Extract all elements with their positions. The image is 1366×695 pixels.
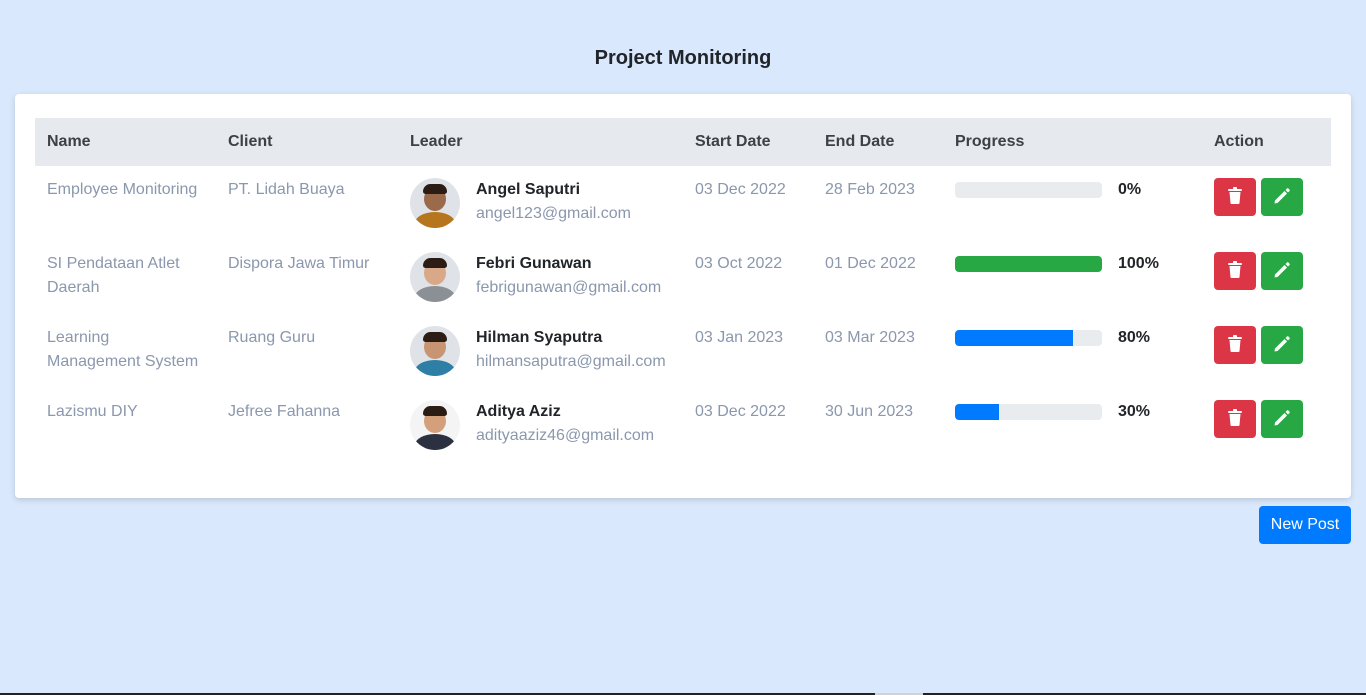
header-name: Name — [47, 133, 91, 150]
projects-table: Name Client Leader Start Date End Date P… — [35, 118, 1331, 462]
client-name: PT. Lidah Buaya — [228, 181, 345, 198]
header-leader: Leader — [410, 133, 463, 150]
pencil-icon — [1273, 187, 1291, 208]
progress-bar — [955, 256, 1102, 272]
table-row: Lazismu DIY Jefree Fahanna Aditya Aziz a… — [35, 388, 1331, 462]
leader-cell: Febri Gunawan febrigunawan@gmail.com — [410, 252, 671, 302]
avatar — [410, 400, 460, 450]
project-name: SI Pendataan Atlet Daerah — [47, 255, 180, 296]
leader-email: adityaaziz46@gmail.com — [476, 427, 655, 444]
edit-button[interactable] — [1261, 252, 1303, 290]
project-name: Employee Monitoring — [47, 181, 198, 198]
row-actions — [1214, 326, 1319, 364]
progress-cell: 30% — [955, 400, 1190, 424]
client-name: Ruang Guru — [228, 329, 316, 346]
page-title: Project Monitoring — [594, 47, 772, 69]
progress-cell: 80% — [955, 326, 1190, 350]
delete-button[interactable] — [1214, 178, 1256, 216]
start-date: 03 Jan 2023 — [695, 329, 784, 346]
progress-fill — [955, 330, 1073, 346]
end-date: 30 Jun 2023 — [825, 403, 914, 420]
leader-email: hilmansaputra@gmail.com — [476, 353, 666, 370]
leader-email: angel123@gmail.com — [476, 205, 631, 222]
edit-button[interactable] — [1261, 178, 1303, 216]
end-date: 28 Feb 2023 — [825, 181, 915, 198]
table-row: SI Pendataan Atlet Daerah Dispora Jawa T… — [35, 240, 1331, 314]
progress-label: 0% — [1118, 181, 1142, 198]
leader-email: febrigunawan@gmail.com — [476, 279, 662, 296]
client-name: Dispora Jawa Timur — [228, 255, 370, 272]
leader-name: Febri Gunawan — [476, 255, 592, 272]
header-end-date: End Date — [825, 133, 895, 150]
row-actions — [1214, 400, 1319, 438]
leader-name: Hilman Syaputra — [476, 329, 603, 346]
progress-fill — [955, 256, 1102, 272]
progress-bar — [955, 182, 1102, 198]
project-name: Lazismu DIY — [47, 403, 138, 420]
client-name: Jefree Fahanna — [228, 403, 341, 420]
edit-button[interactable] — [1261, 400, 1303, 438]
table-row: Learning Management System Ruang Guru Hi… — [35, 314, 1331, 388]
delete-button[interactable] — [1214, 400, 1256, 438]
table-row: Employee Monitoring PT. Lidah Buaya Ange… — [35, 166, 1331, 240]
avatar — [410, 178, 460, 228]
start-date: 03 Oct 2022 — [695, 255, 783, 272]
projects-card: Name Client Leader Start Date End Date P… — [15, 94, 1351, 498]
pencil-icon — [1273, 409, 1291, 430]
progress-label: 80% — [1118, 329, 1151, 346]
start-date: 03 Dec 2022 — [695, 403, 786, 420]
end-date: 03 Mar 2023 — [825, 329, 915, 346]
progress-label: 100% — [1118, 255, 1159, 272]
row-actions — [1214, 252, 1319, 290]
progress-bar — [955, 330, 1102, 346]
progress-label: 30% — [1118, 403, 1151, 420]
progress-fill — [955, 404, 1000, 420]
header-progress: Progress — [955, 133, 1025, 150]
avatar — [410, 252, 460, 302]
trash-icon — [1228, 261, 1242, 281]
progress-cell: 0% — [955, 178, 1190, 202]
leader-name: Angel Saputri — [476, 181, 581, 198]
row-actions — [1214, 178, 1319, 216]
leader-cell: Hilman Syaputra hilmansaputra@gmail.com — [410, 326, 671, 376]
pencil-icon — [1273, 335, 1291, 356]
trash-icon — [1228, 335, 1242, 355]
progress-cell: 100% — [955, 252, 1190, 276]
leader-cell: Aditya Aziz adityaaziz46@gmail.com — [410, 400, 671, 450]
progress-bar — [955, 404, 1102, 420]
trash-icon — [1228, 409, 1242, 429]
header-client: Client — [228, 133, 273, 150]
new-post-button[interactable]: New Post — [1259, 506, 1351, 544]
delete-button[interactable] — [1214, 326, 1256, 364]
avatar — [410, 326, 460, 376]
table-header-row: Name Client Leader Start Date End Date P… — [35, 118, 1331, 166]
edit-button[interactable] — [1261, 326, 1303, 364]
leader-name: Aditya Aziz — [476, 403, 561, 420]
pencil-icon — [1273, 261, 1291, 282]
trash-icon — [1228, 187, 1242, 207]
start-date: 03 Dec 2022 — [695, 181, 786, 198]
leader-cell: Angel Saputri angel123@gmail.com — [410, 178, 671, 228]
header-start-date: Start Date — [695, 133, 771, 150]
delete-button[interactable] — [1214, 252, 1256, 290]
end-date: 01 Dec 2022 — [825, 255, 916, 272]
header-action: Action — [1214, 133, 1264, 150]
project-name: Learning Management System — [47, 329, 199, 370]
